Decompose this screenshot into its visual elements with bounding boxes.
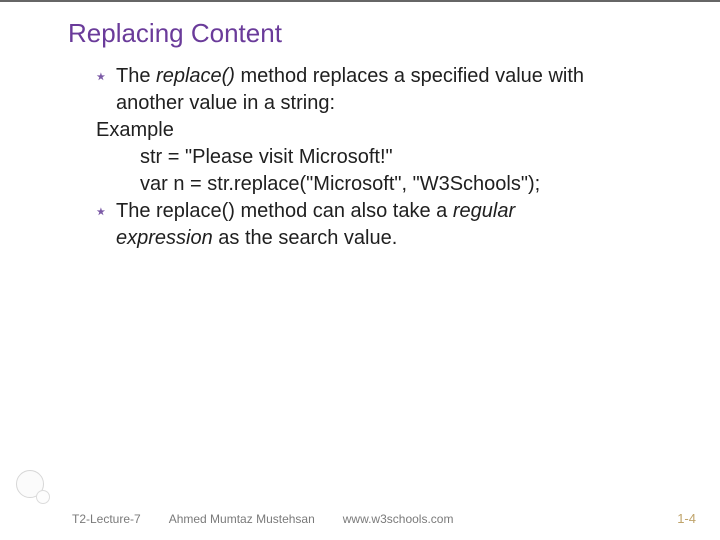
code-line-2: var n = str.replace("Microsoft", "W3Scho…: [140, 171, 696, 198]
bullet-1-pre: The: [116, 65, 156, 87]
bullet-1-method: replace(): [156, 65, 235, 87]
bullet-1-line1: The replace() method replaces a specifie…: [116, 63, 696, 90]
bullet-2-line2: expression as the search value.: [116, 225, 696, 252]
bullet-1-post: method replaces a specified value with: [235, 65, 584, 87]
bullet-marker-icon: ٭: [96, 198, 116, 224]
slide: Replacing Content ٭ The replace() method…: [0, 0, 720, 540]
bullet-2-line1: The replace() method can also take a reg…: [116, 198, 696, 225]
code-line-1: str = "Please visit Microsoft!": [140, 144, 696, 171]
decorative-circles-icon: [16, 470, 50, 504]
slide-title: Replacing Content: [68, 18, 700, 49]
slide-body: ٭ The replace() method replaces a specif…: [96, 63, 696, 252]
footer-site: www.w3schools.com: [343, 512, 454, 526]
bullet-1: ٭ The replace() method replaces a specif…: [96, 63, 696, 90]
bullet-2: ٭ The replace() method can also take a r…: [96, 198, 696, 225]
bullet-2-post: as the search value.: [213, 227, 398, 249]
example-label: Example: [96, 117, 696, 144]
bullet-1-line2: another value in a string:: [116, 90, 696, 117]
footer-page-number: 1-4: [677, 511, 696, 526]
footer-lecture: T2-Lecture-7: [72, 512, 141, 526]
bullet-marker-icon: ٭: [96, 63, 116, 89]
bullet-2-em1: regular: [453, 200, 515, 222]
bullet-2-pre: The replace() method can also take a: [116, 200, 453, 222]
footer-author: Ahmed Mumtaz Mustehsan: [169, 512, 315, 526]
slide-footer: T2-Lecture-7 Ahmed Mumtaz Mustehsan www.…: [0, 511, 720, 526]
bullet-2-em2: expression: [116, 227, 213, 249]
